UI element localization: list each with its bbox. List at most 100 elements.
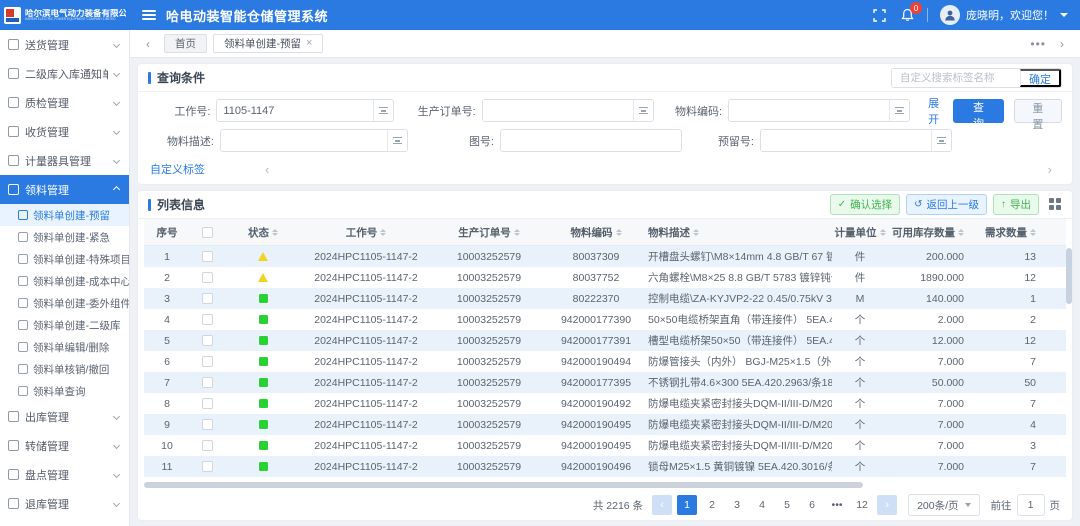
list-picker-icon[interactable] <box>931 130 951 151</box>
sidebar-item-secondary-inbound-notice[interactable]: 二级库入库通知单 <box>0 59 129 88</box>
confirm-tag-button[interactable]: 确定 <box>1020 69 1061 87</box>
reset-button[interactable]: 重 置 <box>1014 99 1062 123</box>
row-checkbox[interactable] <box>202 293 213 304</box>
row-checkbox[interactable] <box>202 419 213 430</box>
tags-scroll-left-icon[interactable]: ‹ <box>265 162 269 177</box>
row-checkbox[interactable] <box>202 440 213 451</box>
tabs-scroll-right-icon[interactable]: › <box>1052 35 1072 53</box>
custom-tags-link[interactable]: 自定义标签 <box>150 161 205 177</box>
row-checkbox[interactable] <box>202 314 213 325</box>
sidebar-subitem-create-urgent[interactable]: 领料单创建-紧急 <box>0 226 129 248</box>
row-checkbox[interactable] <box>202 272 213 283</box>
page-button[interactable]: 4 <box>752 495 772 515</box>
order-no-input[interactable] <box>483 100 633 121</box>
column-header-material-desc[interactable]: 物料描述 <box>644 225 832 240</box>
sort-icon[interactable] <box>616 229 622 236</box>
sidebar-item-stocktake[interactable]: 盘点管理 <box>0 460 129 489</box>
user-menu[interactable]: 庞晓明，欢迎您！ <box>940 5 1068 25</box>
sort-icon[interactable] <box>380 229 386 236</box>
sidebar-subitem-create-outsourced[interactable]: 领料单创建-委外组件 <box>0 292 129 314</box>
sort-icon[interactable] <box>958 229 964 236</box>
expand-filters-button[interactable]: 展开 <box>924 95 944 127</box>
table-row[interactable]: 8 2024HPC1105-1147-2 10003252579 9420001… <box>144 393 1066 414</box>
page-button[interactable]: 6 <box>802 495 822 515</box>
tab-requisition-create-reserve[interactable]: 领料单创建-预留 × <box>213 34 323 53</box>
sort-icon[interactable] <box>514 229 520 236</box>
sidebar-item-transfer[interactable]: 转储管理 <box>0 431 129 460</box>
fullscreen-icon[interactable] <box>871 7 887 23</box>
column-header-work-no[interactable]: 工作号 <box>302 225 430 240</box>
back-up-level-button[interactable]: ↺ 返回上一级 <box>906 194 987 215</box>
table-row[interactable]: 6 2024HPC1105-1147-2 10003252579 9420001… <box>144 351 1066 372</box>
sidebar-subitem-create-reserve[interactable]: 领料单创建-预留 <box>0 204 129 226</box>
sort-icon[interactable] <box>272 229 278 236</box>
custom-tag-name-input[interactable] <box>892 69 1020 87</box>
page-button[interactable]: ••• <box>827 495 847 515</box>
column-header-unit[interactable]: 计量单位 <box>832 225 888 240</box>
table-row[interactable]: 12 2024HPC1105-1147-3 10003252578 942000… <box>144 477 1066 480</box>
row-checkbox[interactable] <box>202 377 213 388</box>
column-header-status[interactable]: 状态 <box>224 225 302 240</box>
sidebar-subitem-edit-delete[interactable]: 领料单编辑/删除 <box>0 336 129 358</box>
goto-page-input[interactable] <box>1017 494 1045 516</box>
sidebar-item-measuring-tools[interactable]: 计量器具管理 <box>0 146 129 175</box>
sort-icon[interactable] <box>693 229 699 236</box>
next-page-button[interactable]: › <box>877 495 897 515</box>
drawing-no-input[interactable] <box>501 130 681 151</box>
material-desc-input[interactable] <box>221 130 387 151</box>
row-checkbox[interactable] <box>202 398 213 409</box>
collapse-menu-icon[interactable] <box>142 10 156 20</box>
page-button[interactable]: 1 <box>677 495 697 515</box>
prev-page-button[interactable]: ‹ <box>652 495 672 515</box>
tags-scroll-right-icon[interactable]: › <box>1048 162 1052 177</box>
row-checkbox[interactable] <box>202 356 213 367</box>
sidebar-subitem-create-cost-center[interactable]: 领料单创建-成本中心 <box>0 270 129 292</box>
sidebar-item-receiving[interactable]: 收货管理 <box>0 117 129 146</box>
horizontal-scrollbar-thumb[interactable] <box>144 482 863 488</box>
list-picker-icon[interactable] <box>889 100 909 121</box>
page-button[interactable]: 5 <box>777 495 797 515</box>
work-no-input[interactable] <box>217 100 373 121</box>
tabs-more-icon[interactable]: ••• <box>1030 37 1046 51</box>
page-button[interactable]: 3 <box>727 495 747 515</box>
table-row[interactable]: 10 2024HPC1105-1147-2 10003252579 942000… <box>144 435 1066 456</box>
search-button[interactable]: 查 询 <box>953 99 1003 123</box>
tab-home[interactable]: 首页 <box>164 34 207 53</box>
column-header-order-no[interactable]: 生产订单号 <box>430 225 548 240</box>
notification-bell-icon[interactable]: 0 <box>899 7 915 23</box>
select-all-checkbox[interactable] <box>202 227 213 238</box>
sidebar-item-return[interactable]: 退库管理 <box>0 489 129 518</box>
confirm-select-button[interactable]: ✓ 确认选择 <box>830 194 900 215</box>
list-picker-icon[interactable] <box>633 100 653 121</box>
vertical-scrollbar-thumb[interactable] <box>1066 248 1072 304</box>
column-settings-icon[interactable] <box>1049 198 1062 211</box>
material-code-input[interactable] <box>729 100 889 121</box>
tabs-scroll-left-icon[interactable]: ‹ <box>138 35 158 53</box>
column-header-demand-qty[interactable]: 需求数量 <box>978 225 1056 240</box>
page-size-select[interactable]: 200条/页 <box>908 494 979 516</box>
table-row[interactable]: 11 2024HPC1105-1147-2 10003252579 942000… <box>144 456 1066 477</box>
list-picker-icon[interactable] <box>387 130 407 151</box>
column-header-stock-qty[interactable]: 可用库存数量 <box>888 225 978 240</box>
close-icon[interactable]: × <box>306 38 312 49</box>
table-row[interactable]: 1 2024HPC1105-1147-2 10003252579 8003730… <box>144 246 1066 267</box>
export-button[interactable]: ↑ 导出 <box>993 194 1039 215</box>
sort-icon[interactable] <box>1030 229 1036 236</box>
sidebar-subitem-query[interactable]: 领料单查询 <box>0 380 129 402</box>
table-row[interactable]: 2 2024HPC1105-1147-2 10003252579 8003775… <box>144 267 1066 288</box>
row-checkbox[interactable] <box>202 335 213 346</box>
sidebar-item-outbound[interactable]: 出库管理 <box>0 402 129 431</box>
column-header-material-code[interactable]: 物料编码 <box>548 225 644 240</box>
page-button[interactable]: 2 <box>702 495 722 515</box>
table-row[interactable]: 3 2024HPC1105-1147-2 10003252579 8022237… <box>144 288 1066 309</box>
reserve-no-input[interactable] <box>761 130 931 151</box>
table-row[interactable]: 9 2024HPC1105-1147-2 10003252579 9420001… <box>144 414 1066 435</box>
list-picker-icon[interactable] <box>373 100 393 121</box>
row-checkbox[interactable] <box>202 251 213 262</box>
sidebar-item-quality[interactable]: 质检管理 <box>0 88 129 117</box>
sidebar-subitem-create-secondary-store[interactable]: 领料单创建-二级库 <box>0 314 129 336</box>
page-button[interactable]: 12 <box>852 495 872 515</box>
table-row[interactable]: 4 2024HPC1105-1147-2 10003252579 9420001… <box>144 309 1066 330</box>
sort-icon[interactable] <box>880 229 886 236</box>
sidebar-item-delivery[interactable]: 送货管理 <box>0 30 129 59</box>
